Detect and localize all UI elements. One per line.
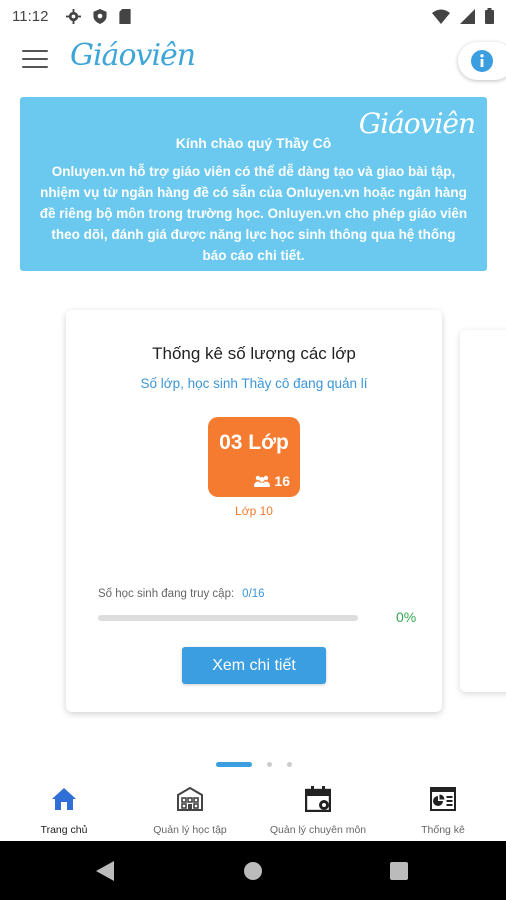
student-count-badge: 16: [254, 473, 290, 489]
students-icon: [254, 475, 271, 487]
app-bar: Giáoviên: [0, 32, 506, 90]
banner-greeting: Kính chào quý Thầy Cô: [175, 135, 332, 151]
recents-button[interactable]: [364, 841, 434, 900]
home-icon: [52, 788, 76, 810]
home-circle-icon: [244, 861, 262, 880]
wifi-icon: [432, 9, 450, 24]
class-count-tile[interactable]: 03 Lớp 16: [208, 417, 300, 497]
back-icon: [96, 860, 114, 881]
access-value: 0/16: [242, 588, 265, 600]
nav-label: Quản lý chuyên môn: [269, 824, 367, 836]
student-count: 16: [274, 473, 290, 489]
status-time: 11:12: [12, 7, 49, 25]
pager-indicator: [0, 760, 506, 768]
class-count: 03 Lớp: [219, 431, 289, 454]
info-button[interactable]: [458, 42, 506, 80]
nav-label: Thống kê: [421, 824, 465, 836]
access-label: Số học sinh đang truy cập:: [98, 588, 235, 600]
menu-button[interactable]: [22, 50, 48, 72]
pager-dot[interactable]: [287, 762, 292, 767]
access-progress-percent: 0%: [396, 609, 417, 625]
card-subtitle: Số lớp, học sinh Thầy cô đang quản lí: [140, 376, 368, 391]
settings-icon: [66, 8, 82, 24]
menu-icon-line: [22, 58, 48, 60]
banner-description: Onluyen.vn hỗ trợ giáo viên có thể dễ dà…: [39, 164, 468, 263]
info-icon: [471, 50, 493, 72]
access-stat: Số học sinh đang truy cập: 0/16: [98, 588, 265, 600]
class-stats-card: Thống kê số lượng các lớp Số lớp, học si…: [66, 310, 442, 712]
nav-label: Trang chủ: [40, 824, 88, 836]
signal-icon: [460, 8, 475, 24]
sd-card-icon: [119, 8, 132, 24]
nav-item-home[interactable]: Trang chủ: [20, 778, 108, 841]
access-progress-bar: [98, 615, 358, 621]
status-bar: 11:12: [0, 0, 506, 32]
nav-item-statistics[interactable]: Thống kê: [400, 778, 486, 841]
home-button[interactable]: [218, 841, 288, 900]
system-navigation-bar: [0, 841, 506, 900]
school-icon: [177, 787, 203, 811]
battery-icon: [485, 8, 494, 24]
nav-item-professional[interactable]: Quản lý chuyên môn: [260, 778, 376, 841]
back-button[interactable]: [70, 841, 140, 900]
recents-icon: [390, 861, 408, 880]
nav-label: Quản lý học tập: [153, 824, 227, 836]
next-card-preview[interactable]: [460, 330, 506, 692]
card-title: Thống kê số lượng các lớp: [152, 344, 356, 363]
shield-icon: [93, 8, 107, 24]
report-icon: [430, 787, 456, 811]
calendar-icon: [305, 786, 331, 812]
view-detail-button[interactable]: Xem chi tiết: [182, 647, 326, 684]
welcome-banner: Giáoviên Kính chào quý Thầy Cô Onluyen.v…: [20, 97, 487, 271]
nav-item-learning[interactable]: Quản lý học tập: [140, 778, 240, 841]
pager-dot[interactable]: [267, 762, 272, 767]
class-name: Lớp 10: [235, 504, 273, 518]
pager-dot-active[interactable]: [216, 762, 252, 767]
menu-icon-line: [22, 66, 48, 68]
menu-icon-line: [22, 50, 48, 52]
bottom-navigation: Trang chủ Quản lý học tập Quản lý chuyên…: [0, 778, 506, 841]
app-logo: Giáoviên: [70, 38, 196, 73]
